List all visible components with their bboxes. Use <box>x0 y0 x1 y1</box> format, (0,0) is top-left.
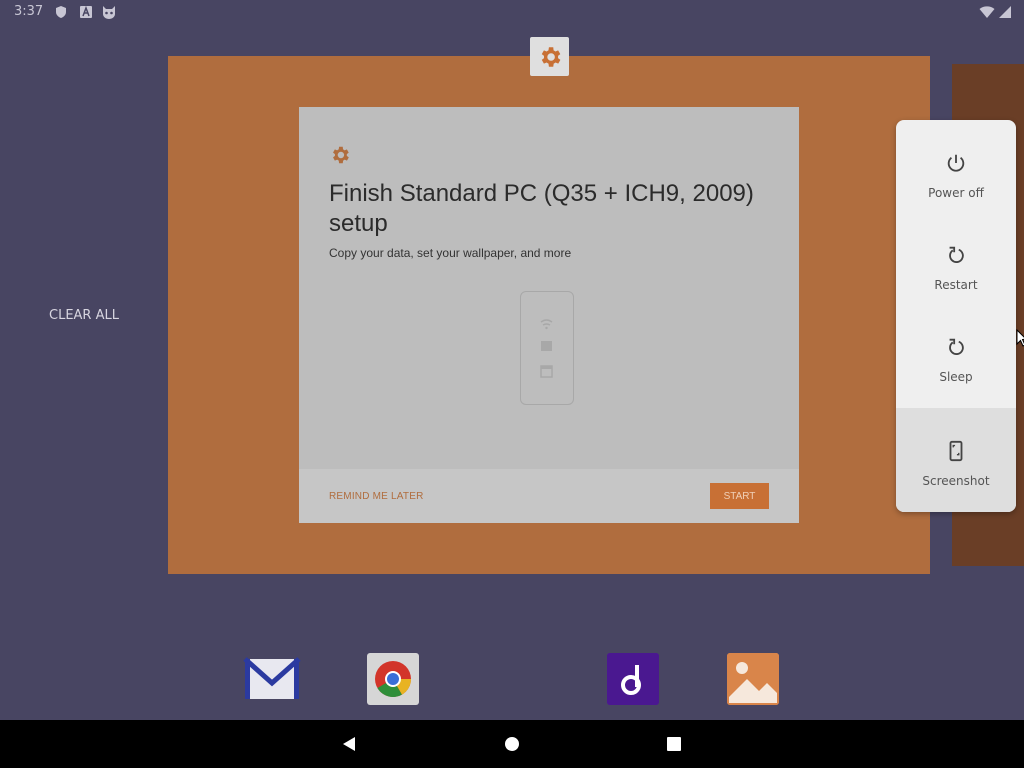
status-time: 3:37 <box>14 4 44 19</box>
wifi-icon <box>979 6 995 18</box>
power-off-button[interactable]: Power off <box>896 120 1016 212</box>
clear-all-button[interactable]: CLEAR ALL <box>40 300 128 330</box>
start-button[interactable]: START <box>710 483 769 509</box>
music-app-icon[interactable] <box>607 653 659 705</box>
settings-app-chip[interactable] <box>530 37 569 76</box>
power-icon <box>947 154 965 172</box>
power-menu: Power off Restart Sleep Screenshot <box>896 120 1016 512</box>
back-icon <box>343 737 355 751</box>
screenshot-label: Screenshot <box>922 474 990 488</box>
settings-gear-icon <box>333 146 349 164</box>
email-app-icon[interactable] <box>243 653 301 705</box>
recents-button[interactable] <box>650 720 698 768</box>
sleep-button[interactable]: Sleep <box>896 304 1016 396</box>
restart-label: Restart <box>934 278 978 292</box>
chrome-app-icon[interactable] <box>367 653 419 705</box>
navigation-bar <box>0 720 1024 768</box>
settings-gear-icon <box>541 46 560 67</box>
mouse-cursor-icon <box>1016 329 1024 347</box>
screenshot-icon <box>949 440 963 462</box>
screenshot-button[interactable]: Screenshot <box>896 408 1016 512</box>
shield-icon <box>56 6 66 18</box>
gallery-app-icon[interactable] <box>727 653 779 705</box>
remind-me-later-button[interactable]: REMIND ME LATER <box>329 491 424 502</box>
phone-illustration <box>520 291 574 405</box>
sleep-label: Sleep <box>939 370 973 384</box>
sleep-icon <box>949 338 964 356</box>
power-off-label: Power off <box>928 186 984 200</box>
cat-notification-icon <box>103 6 115 19</box>
home-icon <box>505 737 519 751</box>
status-bar: 3:37 <box>0 0 1024 24</box>
restart-button[interactable]: Restart <box>896 212 1016 304</box>
a-notification-icon <box>80 5 92 18</box>
restart-icon <box>949 246 964 264</box>
setup-title: Finish Standard PC (Q35 + ICH9, 2009) se… <box>329 180 754 237</box>
recents-icon <box>667 737 681 751</box>
home-button[interactable] <box>488 720 536 768</box>
setup-subtitle: Copy your data, set your wallpaper, and … <box>329 246 572 260</box>
setup-dialog: Finish Standard PC (Q35 + ICH9, 2009) se… <box>299 107 799 523</box>
back-button[interactable] <box>325 720 373 768</box>
battery-icon <box>999 6 1011 18</box>
